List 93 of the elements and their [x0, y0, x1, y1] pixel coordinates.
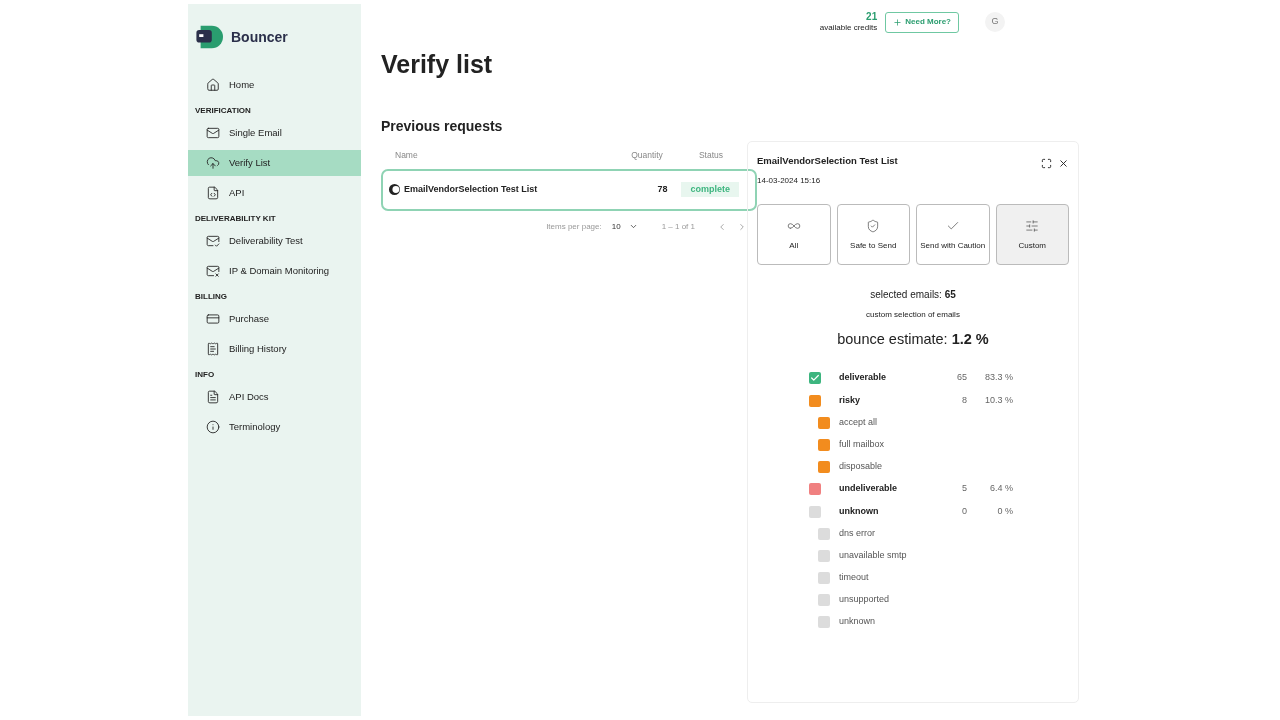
credits-count: 21: [866, 12, 878, 22]
list-logo-icon: [389, 184, 400, 195]
checkbox[interactable]: [809, 372, 821, 384]
checkbox[interactable]: [818, 438, 830, 451]
subcategory-label: unsupported: [839, 593, 890, 606]
page-title: Verify list: [381, 49, 494, 80]
nav-item[interactable]: Verify List: [188, 150, 361, 176]
category-label: risky: [839, 393, 862, 407]
category-percent: 10.3 %: [983, 393, 1013, 407]
section-heading: BILLING: [194, 291, 228, 303]
subcategory-label: timeout: [839, 571, 869, 584]
checkbox[interactable]: [818, 527, 830, 540]
brand-name: Bouncer: [231, 27, 288, 47]
page-range: 1 – 1 of 1: [661, 220, 695, 233]
logo-icon: [195, 24, 223, 50]
list-name: EmailVendorSelection Test List: [404, 182, 538, 196]
category-label: deliverable: [839, 371, 888, 385]
need-more-button[interactable]: Need More?: [885, 11, 959, 33]
items-per-page-label: Items per page:: [546, 220, 602, 233]
column-header: Status: [697, 149, 725, 162]
quantity-cell-text: 78: [656, 182, 669, 196]
document-icon: [206, 390, 220, 404]
checkbox[interactable]: [818, 571, 830, 584]
nav-item[interactable]: Purchase: [188, 306, 361, 332]
caret-icon: [628, 222, 638, 231]
nav-item[interactable]: Billing History: [188, 336, 361, 362]
checkbox[interactable]: [818, 460, 830, 473]
file-code-icon: [206, 186, 220, 200]
info-icon: [206, 420, 220, 434]
items-per-page-select[interactable]: 10: [611, 220, 638, 233]
nav-item[interactable]: IP & Domain Monitoring: [188, 258, 361, 284]
panel-title: EmailVendorSelection Test List: [757, 154, 898, 168]
category-percent: 0 %: [996, 504, 1013, 518]
category-count: 65: [956, 371, 967, 385]
checkbox[interactable]: [818, 416, 830, 429]
category-percent: 83.3 %: [983, 371, 1013, 385]
filter-button[interactable]: Send with Caution: [916, 204, 990, 265]
cloud-upload-icon: [206, 156, 220, 170]
next-page-icon[interactable]: [737, 221, 747, 232]
receipt-icon: [206, 342, 220, 356]
subcategory-label: unknown: [839, 615, 876, 628]
subcategory-label: disposable: [839, 460, 883, 473]
column-header: Quantity: [630, 149, 664, 162]
section-heading: INFO: [194, 369, 216, 381]
checkbox[interactable]: [818, 615, 830, 628]
check-icon: [810, 373, 820, 383]
close-icon[interactable]: [1058, 158, 1069, 169]
section-heading: DELIVERABILITY KIT: [194, 213, 277, 225]
expand-icon[interactable]: [1041, 158, 1052, 169]
envelope-x-icon: [206, 264, 220, 278]
checkbox[interactable]: [809, 505, 821, 518]
status-badge: complete: [681, 182, 739, 197]
bounce-estimate: bounce estimate: 1.2 %: [836, 330, 990, 349]
nav-item[interactable]: API: [188, 180, 361, 206]
category-percent: 6.4 %: [989, 482, 1013, 496]
shield-check-icon: [866, 218, 881, 233]
panel-date: 14-03-2024 15:16: [757, 175, 822, 187]
category-count: 0: [961, 504, 967, 518]
subcategory-label: accept all: [839, 416, 878, 429]
avatar[interactable]: G: [985, 12, 1005, 32]
category-label: undeliverable: [839, 482, 899, 496]
filter-button[interactable]: Custom: [995, 204, 1069, 265]
selection-note: custom selection of emails: [865, 309, 961, 321]
section-heading: VERIFICATION: [194, 105, 252, 117]
category-count: 8: [961, 393, 967, 407]
credits-label: available credits: [819, 24, 878, 32]
previous-page-icon[interactable]: [717, 221, 727, 232]
table-row[interactable]: EmailVendorSelection Test List 78 complete: [381, 168, 757, 211]
filter-button[interactable]: Safe to Send: [836, 204, 910, 265]
subcategory-label: dns error: [839, 527, 875, 540]
plus-icon: [893, 17, 903, 27]
selected-emails: selected emails: 65: [869, 288, 957, 302]
sliders-icon: [1025, 218, 1040, 233]
column-header: Name: [395, 149, 419, 162]
nav-item[interactable]: Deliverability Test: [188, 228, 361, 254]
nav-item[interactable]: Home: [188, 72, 361, 98]
nav-item[interactable]: Single Email: [188, 120, 361, 146]
checkbox[interactable]: [818, 549, 830, 562]
checkbox[interactable]: [809, 394, 821, 407]
nav-item[interactable]: Terminology: [188, 414, 361, 440]
subcategory-label: unavailable smtp: [839, 549, 907, 562]
section-title: Previous requests: [381, 116, 504, 136]
filter-button[interactable]: All: [757, 204, 831, 265]
home-icon: [206, 78, 220, 92]
envelope-icon: [206, 126, 220, 140]
checkbox[interactable]: [809, 483, 821, 495]
subcategory-label: full mailbox: [839, 438, 885, 451]
category-label: unknown: [839, 504, 880, 518]
card-icon: [206, 312, 220, 326]
nav-item[interactable]: API Docs: [188, 384, 361, 410]
envelope-check-icon: [206, 234, 220, 248]
checkbox[interactable]: [818, 593, 830, 606]
category-count: 5: [961, 482, 967, 496]
